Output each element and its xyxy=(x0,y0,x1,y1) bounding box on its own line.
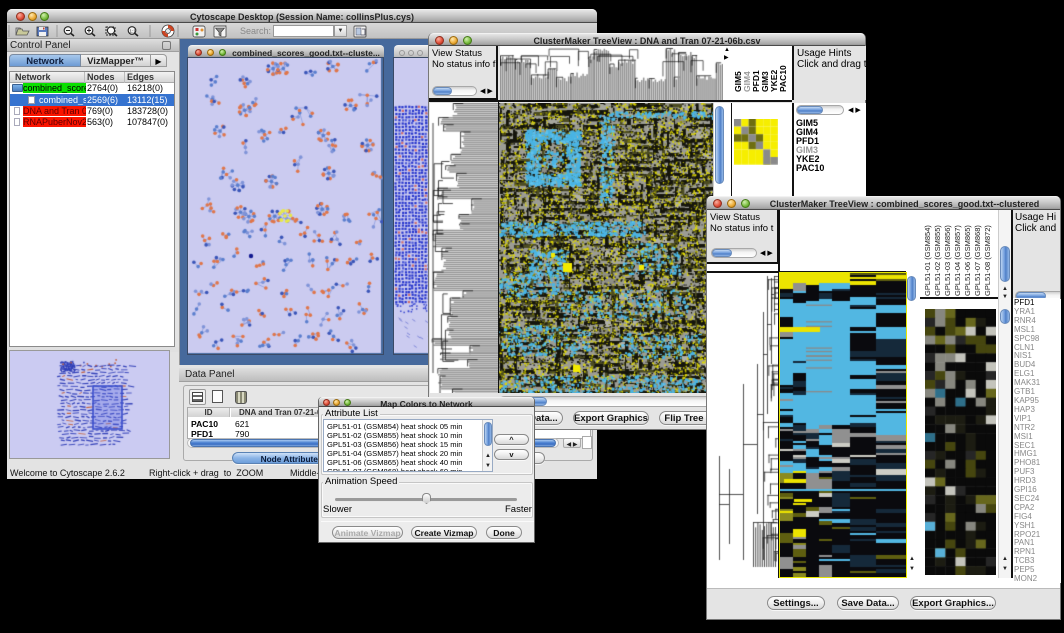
svg-text:1:1: 1:1 xyxy=(130,29,137,34)
